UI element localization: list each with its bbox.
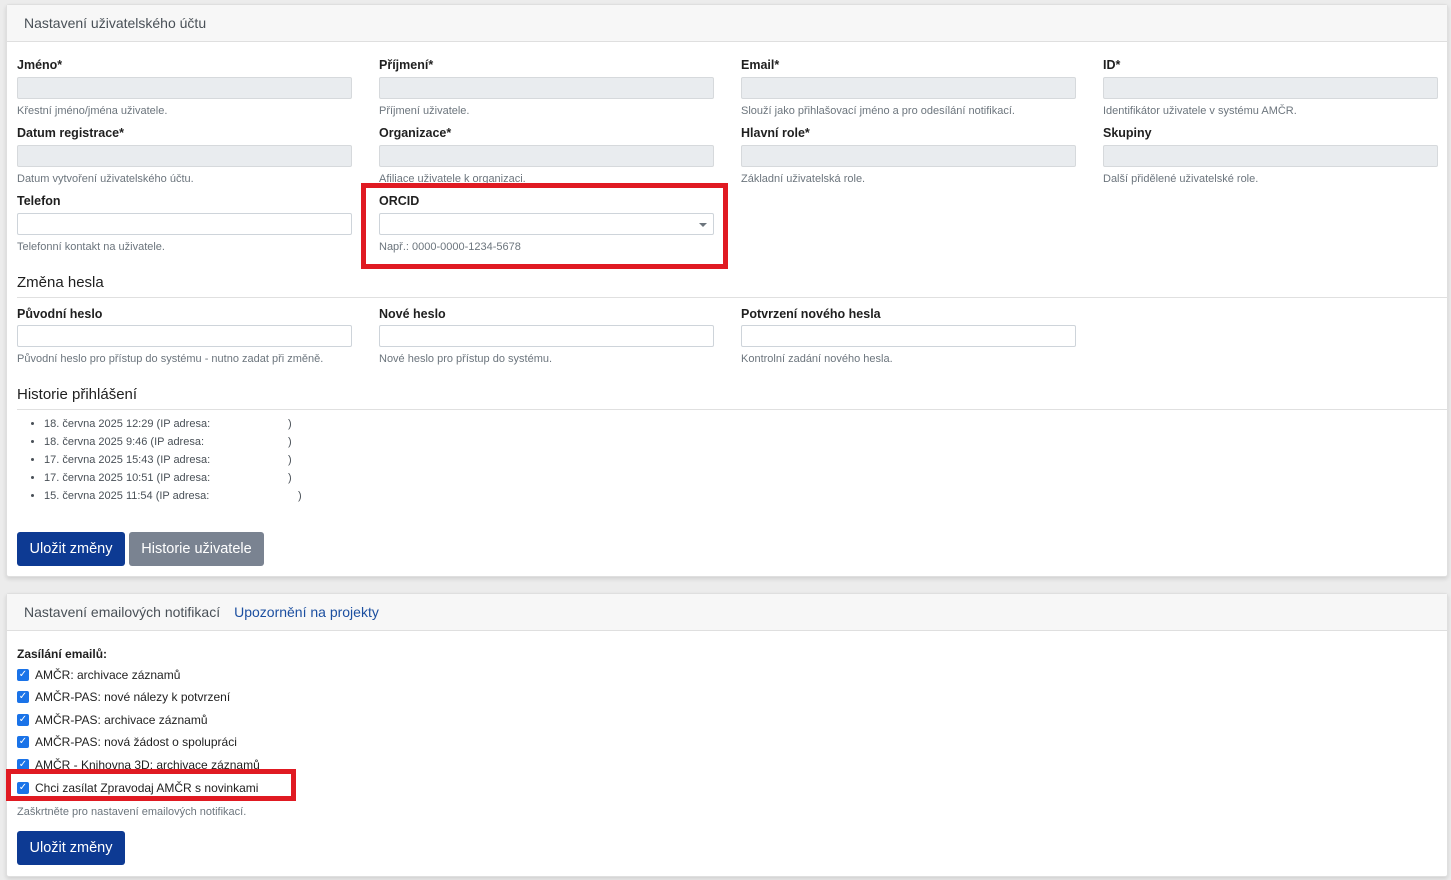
jmeno-help: Křestní jméno/jména uživatele. [17,105,168,117]
notification-option-pas-archive[interactable]: ✓ AMČR-PAS: archivace záznamů [17,713,208,727]
notifications-help: Zaškrtněte pro nastavení emailových noti… [17,806,247,818]
telefon-help: Telefonní kontakt na uživatele. [17,241,165,253]
telefon-label: Telefon [17,194,61,208]
checkbox-checked-icon[interactable]: ✓ [17,691,29,703]
role-field[interactable] [741,145,1076,167]
new-password-help: Nové heslo pro přístup do systému. [379,353,553,365]
notification-option-amcr-archive[interactable]: ✓ AMČR: archivace záznamů [17,668,180,682]
divider [17,409,1448,410]
email-notifications-header: Nastavení emailových notifikací Upozorně… [7,594,1447,631]
datum-field[interactable] [17,145,352,167]
email-notifications-title: Nastavení emailových notifikací [24,604,221,620]
history-section-title: Historie přihlášení [17,386,138,403]
account-settings-card: Nastavení uživatelského účtu Jméno* Křes… [6,4,1448,577]
list-item: 18. června 2025 9:46 (IP adresa:) [44,433,302,451]
id-label: ID* [1103,58,1121,72]
orcid-highlight-box [361,183,728,269]
project-alerts-link[interactable]: Upozornění na projekty [234,604,379,620]
organizace-label: Organizace* [379,126,452,140]
skupiny-help: Další přidělené uživatelské role. [1103,173,1259,185]
skupiny-label: Skupiny [1103,126,1152,140]
notification-option-pas-cooperation[interactable]: ✓ AMČR-PAS: nová žádost o spolupráci [17,735,237,749]
account-settings-title: Nastavení uživatelského účtu [24,15,207,31]
id-help: Identifikátor uživatele v systému AMČR. [1103,105,1297,117]
confirm-password-input[interactable] [741,325,1076,347]
prijmeni-help: Příjmení uživatele. [379,105,470,117]
skupiny-field[interactable] [1103,145,1438,167]
telefon-input[interactable] [17,213,352,235]
notification-option-pas-new-findings[interactable]: ✓ AMČR-PAS: nové nálezy k potvrzení [17,690,230,704]
list-item: 17. června 2025 10:51 (IP adresa:) [44,469,302,487]
account-settings-header: Nastavení uživatelského účtu [7,5,1447,42]
role-help: Základní uživatelská role. [741,173,866,185]
email-sending-title: Zasílání emailů: [17,647,108,661]
original-password-input[interactable] [17,325,352,347]
prijmeni-field[interactable] [379,77,714,99]
list-item: 17. června 2025 15:43 (IP adresa:) [44,451,302,469]
email-help: Slouží jako přihlašovací jméno a pro ode… [741,105,1015,117]
list-item: 15. června 2025 11:54 (IP adresa:) [44,487,302,505]
password-section-title: Změna hesla [17,274,104,291]
datum-help: Datum vytvoření uživatelského účtu. [17,173,194,185]
datum-label: Datum registrace* [17,126,124,140]
role-label: Hlavní role* [741,126,810,140]
new-password-input[interactable] [379,325,714,347]
save-notifications-button[interactable]: Uložit změny [17,831,125,865]
original-password-help: Původní heslo pro přístup do systému - n… [17,353,324,365]
confirm-password-help: Kontrolní zadání nového hesla. [741,353,893,365]
checkbox-checked-icon[interactable]: ✓ [17,736,29,748]
save-button[interactable]: Uložit změny [17,532,125,566]
checkbox-checked-icon[interactable]: ✓ [17,669,29,681]
prijmeni-label: Příjmení* [379,58,434,72]
list-item: 18. června 2025 12:29 (IP adresa:) [44,415,302,433]
confirm-password-label: Potvrzení nového hesla [741,307,881,321]
original-password-label: Původní heslo [17,307,103,321]
organizace-field[interactable] [379,145,714,167]
new-password-label: Nové heslo [379,307,446,321]
jmeno-label: Jméno* [17,58,63,72]
checkbox-checked-icon[interactable]: ✓ [17,714,29,726]
user-history-button[interactable]: Historie uživatele [129,532,264,566]
login-history-list: 18. června 2025 12:29 (IP adresa:) 18. č… [7,415,302,505]
jmeno-field[interactable] [17,77,352,99]
email-label: Email* [741,58,780,72]
divider [17,297,1448,298]
email-field[interactable] [741,77,1076,99]
email-notifications-card: Nastavení emailových notifikací Upozorně… [6,593,1448,877]
id-field[interactable] [1103,77,1438,99]
newsletter-highlight-box [6,769,296,801]
